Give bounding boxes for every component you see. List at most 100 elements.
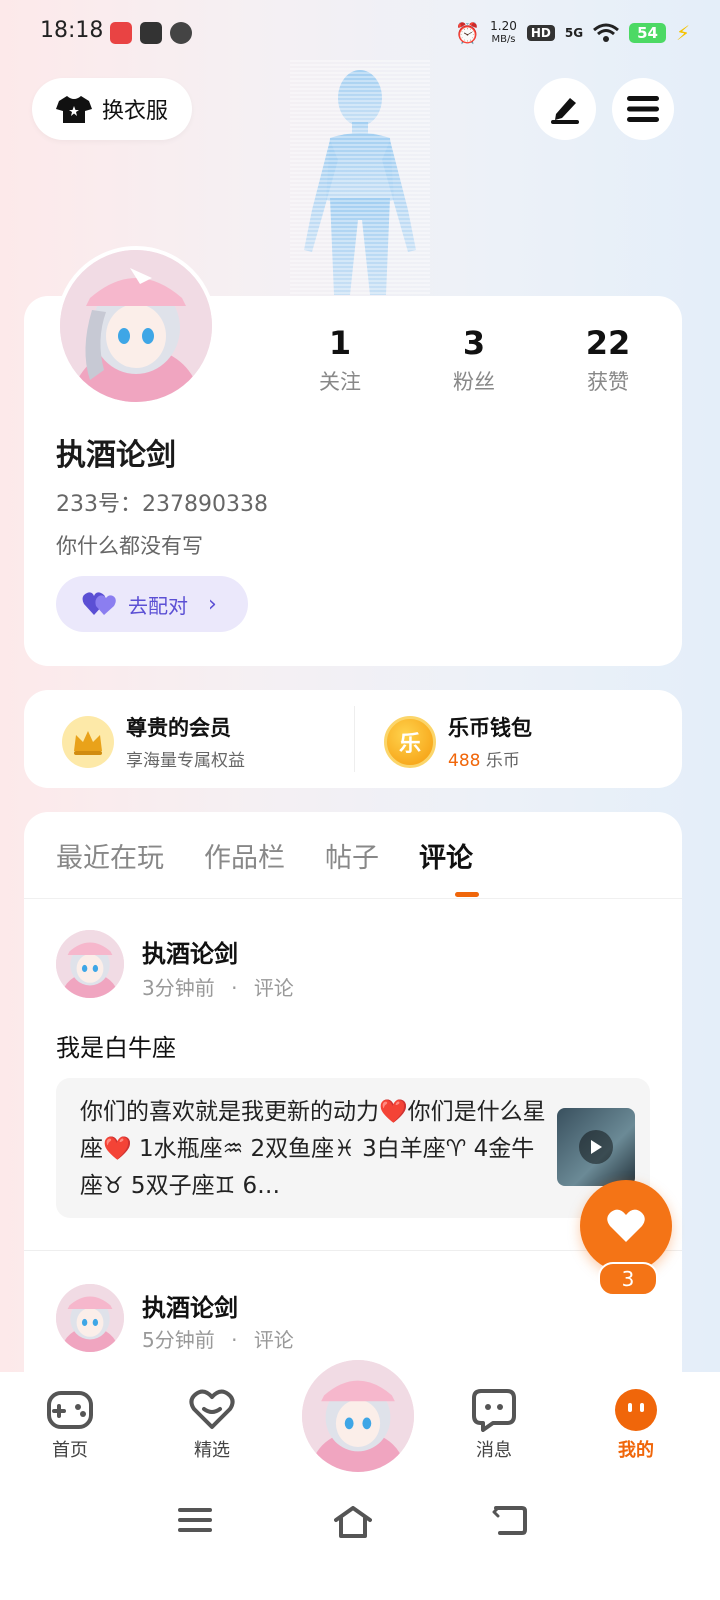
active-tab-indicator <box>455 892 479 897</box>
profile-uid: 233号：237890338 <box>56 492 268 517</box>
post-type: 评论 <box>253 976 294 1000</box>
post-meta: 5分钟前 · 评论 <box>142 1324 294 1353</box>
status-bar: 18:18 ⏰ 1.20 MB/s HD 5G 54 ⚡ <box>0 0 720 64</box>
match-label: 去配对 <box>128 593 188 618</box>
post-time: 3分钟前 <box>142 976 215 1000</box>
followers-label: 粉丝 <box>453 370 495 394</box>
network-speed: 1.20 MB/s <box>490 20 517 46</box>
anime-avatar-image <box>302 1360 414 1472</box>
divider <box>24 1250 682 1251</box>
post-author-name[interactable]: 执酒论剑 <box>142 934 238 969</box>
hearts-icon <box>82 592 116 615</box>
battery-indicator: 54 <box>629 23 666 43</box>
change-outfit-label: 换衣服 <box>101 99 168 124</box>
network-speed-unit: MB/s <box>491 34 516 45</box>
notification-app-icon <box>110 22 132 44</box>
likes-stat[interactable]: 22 获赞 <box>548 324 668 396</box>
profile-face-icon <box>586 1388 686 1432</box>
avatar-hologram-figure[interactable] <box>290 60 430 300</box>
system-home-button[interactable] <box>334 1506 372 1538</box>
membership-title: 尊贵的会员 <box>126 716 231 740</box>
cloud-icon <box>170 22 192 44</box>
tab-comments[interactable]: 评论 <box>419 836 473 875</box>
membership-subtitle: 享海量专属权益 <box>126 751 245 771</box>
chat-bubble-icon <box>444 1388 544 1432</box>
edit-profile-button[interactable] <box>534 78 596 140</box>
alarm-icon: ⏰ <box>455 21 481 45</box>
gamepad-icon <box>20 1388 120 1432</box>
membership-entry[interactable]: 尊贵的会员 享海量专属权益 <box>62 712 245 771</box>
hd-badge: HD <box>526 25 555 41</box>
likes-count: 22 <box>585 324 631 362</box>
coin-icon: 乐 <box>384 715 436 768</box>
status-time: 18:18 <box>40 18 104 43</box>
post-type: 评论 <box>253 1328 294 1352</box>
tab-posts[interactable]: 帖子 <box>325 836 379 875</box>
menu-button[interactable] <box>612 78 674 140</box>
following-count: 1 <box>328 324 352 362</box>
system-menu-button[interactable] <box>178 1506 212 1534</box>
nav-item-me[interactable]: 我的 <box>586 1388 686 1462</box>
charging-icon: ⚡ <box>675 21 690 45</box>
quoted-post-thumbnail[interactable] <box>557 1108 635 1186</box>
comment-text: 我是白牛座 <box>56 1034 176 1062</box>
profile-bio: 你什么都没有写 <box>56 534 203 558</box>
followers-count: 3 <box>462 324 486 362</box>
post-author-name[interactable]: 执酒论剑 <box>142 1288 238 1323</box>
nav-label-messages: 消息 <box>476 1440 512 1461</box>
heart-outline-icon <box>162 1388 262 1432</box>
anime-avatar-image <box>60 250 212 402</box>
nav-label-featured: 精选 <box>194 1440 230 1461</box>
play-icon <box>579 1130 613 1164</box>
coin-icon-label: 乐 <box>398 731 421 757</box>
heart-icon <box>607 1209 645 1242</box>
wifi-icon <box>593 23 620 42</box>
home-icon <box>334 1506 372 1538</box>
wallet-unit: 乐币 <box>485 751 520 771</box>
tshirt-icon <box>55 96 92 123</box>
followers-stat[interactable]: 3 粉丝 <box>414 324 534 396</box>
back-arrow-icon <box>492 1506 527 1535</box>
following-stat[interactable]: 1 关注 <box>280 324 400 396</box>
wallet-title: 乐币钱包 <box>448 716 532 740</box>
pen-icon <box>551 98 579 124</box>
status-right: ⏰ 1.20 MB/s HD 5G 54 ⚡ <box>455 20 690 46</box>
like-button[interactable] <box>580 1180 672 1272</box>
nav-label-home: 首页 <box>52 1440 88 1461</box>
profile-name: 执酒论剑 <box>56 438 176 473</box>
divider <box>24 898 682 899</box>
wallet-balance: 488 乐币 <box>448 746 532 771</box>
nav-center-avatar[interactable] <box>298 1356 418 1476</box>
menu-lines-icon <box>178 1508 212 1532</box>
post-author-avatar[interactable] <box>56 930 124 998</box>
divider <box>354 706 355 772</box>
network-speed-value: 1.20 <box>490 19 517 33</box>
hamburger-menu-icon <box>627 96 659 122</box>
meta-separator: · <box>231 1328 238 1352</box>
signal-indicator: 5G <box>564 26 584 40</box>
crown-icon <box>62 715 114 768</box>
notification-app-icon <box>140 22 162 44</box>
tab-works[interactable]: 作品栏 <box>204 836 285 875</box>
change-outfit-button[interactable]: 换衣服 <box>32 78 192 140</box>
anime-avatar-image <box>56 1284 124 1352</box>
nav-item-featured[interactable]: 精选 <box>162 1388 262 1462</box>
wallet-entry[interactable]: 乐 乐币钱包 488 乐币 <box>384 712 532 771</box>
system-back-button[interactable] <box>492 1506 528 1536</box>
match-button[interactable]: 去配对 › <box>56 576 248 632</box>
anime-avatar-image <box>56 930 124 998</box>
likes-label: 获赞 <box>587 370 629 394</box>
nav-item-messages[interactable]: 消息 <box>444 1388 544 1462</box>
wallet-amount: 488 <box>448 751 481 771</box>
post-meta: 3分钟前 · 评论 <box>142 972 294 1001</box>
profile-tabs: 最近在玩 作品栏 帖子 评论 <box>56 836 473 875</box>
following-label: 关注 <box>319 370 361 394</box>
post-author-avatar[interactable] <box>56 1284 124 1352</box>
user-avatar[interactable] <box>56 246 216 406</box>
meta-separator: · <box>231 976 238 1000</box>
tab-recently-played[interactable]: 最近在玩 <box>56 836 164 875</box>
quoted-post-text: 你们的喜欢就是我更新的动力❤️你们是什么星座❤️ 1水瓶座♒ 2双鱼座♓ 3白羊… <box>80 1099 546 1199</box>
nav-label-me: 我的 <box>618 1440 654 1461</box>
like-count-badge: 3 <box>598 1262 658 1296</box>
nav-item-home[interactable]: 首页 <box>20 1388 120 1462</box>
